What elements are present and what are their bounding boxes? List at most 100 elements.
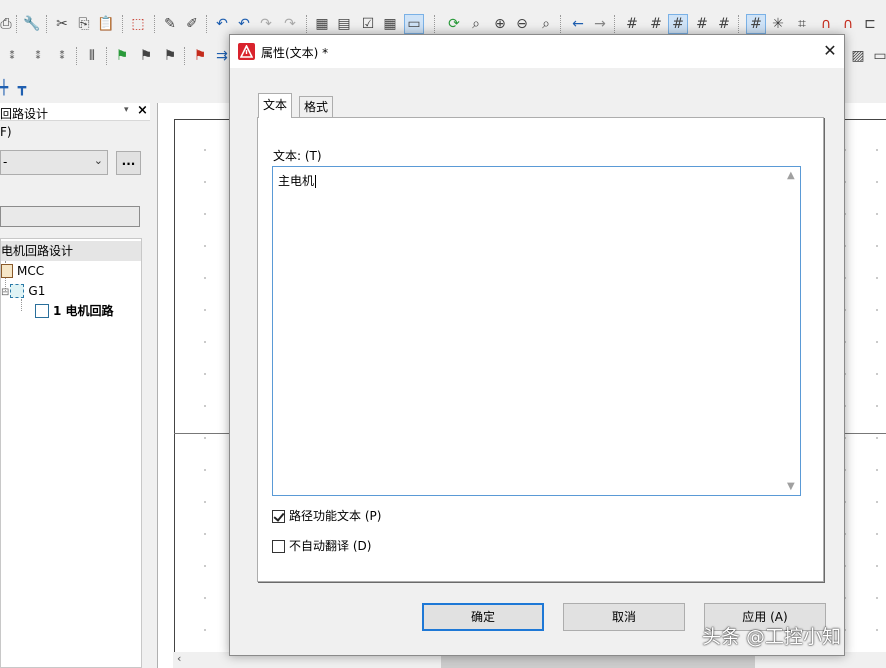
checkbox-checked[interactable] [272, 510, 285, 523]
grid-b-icon[interactable]: # [646, 14, 666, 34]
text-field-label: 文本: (T) [273, 149, 322, 163]
wrench-icon[interactable]: 🔧 [22, 14, 42, 34]
tree-item-label: MCC [17, 264, 45, 278]
browse-button[interactable]: ... [116, 151, 141, 175]
tree-item-mcc[interactable]: MCC [1, 261, 44, 281]
ok-button[interactable]: 确定 [422, 603, 544, 631]
undo-icon[interactable]: ↶ [212, 14, 232, 34]
tree-item-g1[interactable]: ⊟ G1 [1, 281, 45, 301]
tertiary-toolbar: ┿ ┳ [0, 76, 240, 102]
scroll-up-icon[interactable]: ▲ [787, 170, 795, 181]
toolbar-separator [306, 15, 307, 33]
text-field-value: 主电机 [278, 174, 317, 188]
close-icon[interactable]: ✕ [818, 40, 842, 64]
flag-check-icon[interactable]: ⚑ [112, 46, 132, 66]
zoom-out-icon[interactable]: ⊖ [512, 14, 532, 34]
redo-list-icon[interactable]: ↷ [280, 14, 300, 34]
numbering-swap-icon[interactable]: ⁑ [52, 46, 72, 66]
tree-item-page[interactable]: 1 电机回路 [35, 301, 114, 321]
back-arrow-icon[interactable]: ← [568, 14, 588, 34]
numbering-icon[interactable]: ⁑ [2, 46, 22, 66]
bus-green-icon[interactable]: ⫴ [82, 46, 102, 66]
table-icon[interactable]: ▦ [380, 14, 400, 34]
numbering-12-icon[interactable]: ⁑ [28, 46, 48, 66]
toolbar-separator [560, 15, 561, 33]
tree-connector [21, 299, 22, 311]
scroll-left-icon[interactable]: ‹ [177, 652, 181, 665]
grid-e-icon[interactable]: # [714, 14, 734, 34]
snap-grid-icon[interactable]: # [746, 14, 766, 34]
toolbar-separator [122, 15, 123, 33]
pin-icon[interactable]: ▾ [124, 105, 129, 115]
dialog-title: 属性(文本) * [261, 46, 329, 60]
tab-format[interactable]: 格式 [299, 96, 334, 117]
toolbar-separator [434, 15, 435, 33]
list-icon [1, 263, 13, 278]
tree-item-label: 电机回路设计 [1, 244, 74, 258]
magnet-icon[interactable]: ∩ [816, 14, 836, 34]
filter-select[interactable]: - ⌄ [0, 150, 108, 175]
tree-item-label: G1 [28, 284, 46, 298]
toolbar-separator [76, 47, 77, 65]
crosshair-icon[interactable]: ⌗ [792, 14, 812, 34]
app-logo-icon [238, 43, 255, 60]
collapse-icon[interactable]: ⊟ [1, 287, 9, 298]
grid-d-icon[interactable]: # [692, 14, 712, 34]
grid-c-icon[interactable]: # [668, 14, 688, 34]
zoom-window-icon[interactable]: ⌕ [466, 14, 486, 34]
filter-select-value: - [3, 155, 8, 169]
project-tree: 电机回路设计 MCC ⊟ G1 1 电机回路 [0, 238, 142, 668]
cancel-button[interactable]: 取消 [563, 603, 685, 631]
scroll-down-icon[interactable]: ▼ [787, 481, 795, 492]
toolbar-separator [154, 15, 155, 33]
panel-close-icon[interactable]: × [137, 103, 148, 118]
frame-icon[interactable]: ▭ [870, 46, 886, 66]
page-icon [35, 303, 49, 318]
toolbar-separator [614, 15, 615, 33]
delete-selection-icon[interactable]: ⬚ [128, 14, 148, 34]
brush-icon[interactable]: ✐ [182, 14, 202, 34]
flag-red-icon[interactable]: ⚑ [190, 46, 210, 66]
print-icon[interactable]: ⎙ [0, 14, 16, 34]
panel-title: 回路设计 [0, 107, 49, 121]
toolbar-separator [46, 15, 47, 33]
text-field[interactable]: 主电机 ▲ ▼ [272, 166, 801, 496]
preview-icon[interactable]: ▤ [334, 14, 354, 34]
redo-icon[interactable]: ↷ [256, 14, 276, 34]
flag-settings-icon[interactable]: ⚑ [136, 46, 156, 66]
tab-text[interactable]: 文本 [258, 93, 293, 118]
cut-icon[interactable]: ✂ [52, 14, 72, 34]
search-input[interactable] [0, 206, 140, 227]
hatch-icon[interactable]: ▨ [848, 46, 868, 66]
snap-object-icon[interactable]: ✳ [768, 14, 788, 34]
checkbox-label: 不自动翻译 (D) [289, 539, 372, 553]
toolbar-separator [206, 15, 207, 33]
toolbar-separator [184, 47, 185, 65]
filter-label: F) [0, 125, 12, 139]
paste-icon[interactable]: 📋 [96, 14, 116, 34]
undo-list-icon[interactable]: ↶ [234, 14, 254, 34]
toolbar-separator [106, 47, 107, 65]
page-check-icon[interactable]: ☑ [358, 14, 378, 34]
layout-icon[interactable]: ▦ [312, 14, 332, 34]
toolbar-separator [16, 15, 17, 33]
grid-a-icon[interactable]: # [622, 14, 642, 34]
textarea-scrollbar[interactable]: ▲ ▼ [783, 167, 800, 495]
forward-arrow-icon[interactable]: → [590, 14, 610, 34]
zoom-100-icon[interactable]: ⌕ [536, 14, 556, 34]
refresh-icon[interactable]: ⟳ [444, 14, 464, 34]
dialog-titlebar[interactable]: 属性(文本) * ✕ [230, 35, 844, 68]
zoom-in-icon[interactable]: ⊕ [490, 14, 510, 34]
connect-icon[interactable]: ⊏ [860, 14, 880, 34]
panel-title-bar: 回路设计 ▾ × [0, 103, 150, 121]
flag-arrow-icon[interactable]: ⚑ [160, 46, 180, 66]
tree-item-root[interactable]: 电机回路设计 [1, 241, 141, 261]
display-icon[interactable]: ▭ [404, 14, 424, 34]
align-top-icon[interactable]: ┳ [12, 78, 32, 98]
right-toolbar-icons: ▨ ▭ [846, 46, 886, 68]
copy-icon[interactable]: ⎘ [74, 14, 94, 34]
format-painter-icon[interactable]: ✎ [160, 14, 180, 34]
group-icon [10, 283, 25, 298]
checkbox-unchecked[interactable] [272, 540, 285, 553]
magnet-grid-icon[interactable]: ∩ [838, 14, 858, 34]
